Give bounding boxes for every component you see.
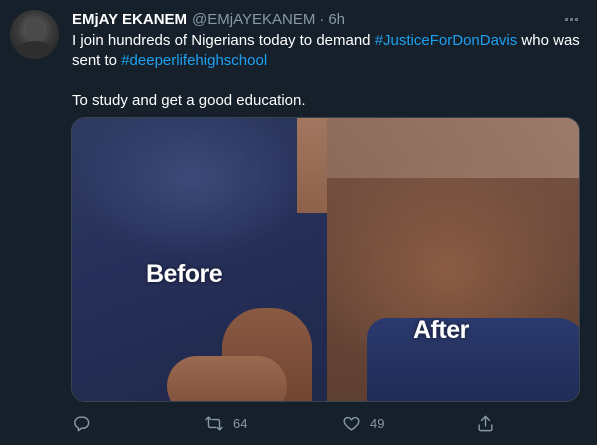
image-background-region	[327, 118, 579, 178]
avatar-head	[25, 19, 44, 42]
more-options-button[interactable]	[561, 11, 581, 27]
tweet-actions: 64 49	[72, 410, 502, 436]
retweet-count: 64	[233, 415, 248, 431]
more-dot-icon	[569, 17, 573, 21]
media-image-before[interactable]: Before	[72, 118, 337, 401]
before-label: Before	[146, 260, 223, 288]
avatar[interactable]	[10, 10, 59, 59]
share-icon	[478, 415, 493, 431]
more-dot-icon	[564, 17, 568, 21]
tweet-paragraph-1: I join hundreds of Nigerians today to de…	[72, 31, 587, 71]
tweet-timestamp[interactable]: 6h	[328, 11, 345, 28]
tweet-header: EMjAY EKANEM @EMjAYEKANEM · 6h	[72, 9, 345, 29]
like-button[interactable]: 49	[342, 410, 384, 436]
like-count: 49	[370, 415, 385, 431]
retweet-button[interactable]: 64	[204, 410, 247, 436]
reply-icon	[74, 415, 90, 431]
share-button[interactable]	[476, 410, 495, 436]
hashtag-justicefordondavis[interactable]: #JusticeForDonDavis	[375, 32, 518, 49]
author-handle[interactable]: @EMjAYEKANEM	[192, 11, 315, 28]
tweet-text-prefix: I join hundreds of Nigerians today to de…	[72, 32, 375, 49]
tweet-paragraph-2: To study and get a good education.	[72, 92, 306, 109]
hashtag-deeperlifehighschool[interactable]: #deeperlifehighschool	[121, 52, 267, 69]
tweet[interactable]: EMjAY EKANEM @EMjAYEKANEM · 6h I join hu…	[0, 0, 597, 445]
tweet-media[interactable]: Before After	[71, 117, 580, 402]
author-name[interactable]: EMjAY EKANEM	[72, 11, 187, 28]
tweet-text: I join hundreds of Nigerians today to de…	[72, 31, 587, 111]
avatar-body	[16, 41, 53, 59]
reply-button[interactable]	[72, 410, 91, 436]
image-hand-region	[167, 356, 287, 401]
more-dot-icon	[574, 17, 578, 21]
image-shorts-region	[367, 318, 579, 401]
media-image-after[interactable]: After	[327, 118, 579, 401]
heart-icon	[343, 416, 360, 431]
retweet-icon	[205, 415, 223, 431]
separator-dot: ·	[319, 10, 325, 28]
after-label: After	[413, 316, 469, 344]
